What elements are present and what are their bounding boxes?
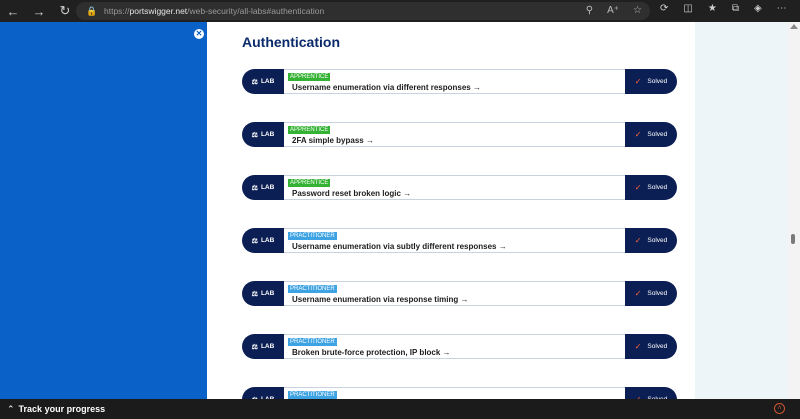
check-icon: ✓ <box>634 183 642 192</box>
lab-pill-label: LAB <box>260 237 275 244</box>
lab-pill[interactable]: ⚖LAB <box>242 228 284 253</box>
read-aloud-icon[interactable]: A⁺ <box>607 5 619 16</box>
lab-body[interactable]: PRACTITIONER Username enumeration via res… <box>284 281 625 306</box>
solved-status: ✓ Solved <box>625 281 677 306</box>
lab-row[interactable]: ⚖ LAB PRACTITIONER Broken brute-force prote… <box>242 334 677 359</box>
solved-label: Solved <box>647 78 668 85</box>
url-text: https://portswigger.net/web-security/all… <box>104 6 325 16</box>
solved-status: ✓ Solved <box>625 334 677 359</box>
flask-icon: ⚖ <box>251 237 258 245</box>
main-content: Authentication ⚖ LAB APPRENTICE Username en… <box>207 22 695 399</box>
level-badge: APPRENTICE <box>288 179 331 187</box>
level-badge: PRACTITIONER <box>288 285 337 293</box>
lab-body[interactable]: PRACTITIONER Username enumeration via sub… <box>284 228 625 253</box>
lock-icon: 🔒 <box>86 6 98 16</box>
section-title: Authentication <box>242 34 340 50</box>
level-badge: APPRENTICE <box>288 73 331 81</box>
lab-body[interactable]: APPRENTICE 2FA simple bypass → <box>284 122 625 147</box>
lab-row[interactable]: ⚖ LAB APPRENTICE Username enumeration via d… <box>242 69 677 94</box>
scroll-up-icon[interactable] <box>790 24 798 29</box>
lab-body[interactable]: APPRENTICE Password reset broken logic → <box>284 175 625 200</box>
solved-label: Solved <box>647 237 668 244</box>
refresh-icon[interactable]: ↻ <box>52 0 78 22</box>
track-progress-bar[interactable]: ⌃ Track your progress <box>0 399 800 419</box>
check-icon: ✓ <box>634 342 642 351</box>
more-menu-icon[interactable]: ⋯ <box>777 3 787 14</box>
check-icon: ✓ <box>634 289 642 298</box>
lab-body[interactable]: PRACTITIONER Broken brute-force protectio… <box>284 334 625 359</box>
lab-pill-label: LAB <box>260 78 275 85</box>
lab-pill-label: LAB <box>260 290 275 297</box>
close-icon[interactable]: ✕ <box>194 29 204 39</box>
scroll-thumb[interactable] <box>791 234 795 244</box>
lab-row[interactable]: ⚖LAB PRACTITIONER ✓Solved <box>242 387 677 399</box>
favorite-star-icon[interactable]: ☆ <box>633 5 642 16</box>
solved-label: Solved <box>647 343 668 350</box>
flask-icon: ⚖ <box>251 184 258 192</box>
solved-status: ✓ Solved <box>625 175 677 200</box>
lab-pill-label: LAB <box>260 131 275 138</box>
lab-pill[interactable]: ⚖LAB <box>242 175 284 200</box>
lab-title-link[interactable]: Username enumeration via subtly differen… <box>292 242 507 251</box>
scrollbar[interactable] <box>788 22 800 399</box>
zoom-icon[interactable]: ⚲ <box>586 5 593 16</box>
level-badge: PRACTITIONER <box>288 391 337 399</box>
solved-status: ✓Solved <box>625 387 677 399</box>
check-icon: ✓ <box>634 130 642 139</box>
collections-icon[interactable]: ⧉ <box>732 3 739 14</box>
lab-pill[interactable]: ⚖LAB <box>242 122 284 147</box>
forward-arrow-icon[interactable]: → <box>26 0 52 22</box>
solved-label: Solved <box>647 131 668 138</box>
lab-row[interactable]: ⚖ LAB PRACTITIONER Username enumeration via… <box>242 228 677 253</box>
solved-status: ✓ Solved <box>625 69 677 94</box>
lab-title-link[interactable]: Broken brute-force protection, IP block … <box>292 348 451 357</box>
lab-pill[interactable]: ⚖LAB <box>242 334 284 359</box>
flask-icon: ⚖ <box>251 343 258 351</box>
level-badge: APPRENTICE <box>288 126 331 134</box>
up-circle-icon[interactable]: ˄ <box>774 403 785 414</box>
split-screen-icon[interactable]: ◫ <box>683 3 692 14</box>
lab-title-link[interactable]: Password reset broken logic → <box>292 189 411 198</box>
flask-icon: ⚖ <box>251 290 258 298</box>
flask-icon: ⚖ <box>251 78 258 86</box>
copilot-icon[interactable]: ◈ <box>754 3 762 14</box>
lab-pill-label: LAB <box>260 343 275 350</box>
page-viewport: ✕ Authentication ⚖ LAB APPRENTICE Username … <box>0 22 800 399</box>
lab-title-link[interactable]: Username enumeration via response timing… <box>292 295 469 304</box>
lab-row[interactable]: ⚖ LAB APPRENTICE 2FA simple bypass → ✓ Solved <box>242 122 677 147</box>
lab-row[interactable]: ⚖ LAB PRACTITIONER Username enumeration via… <box>242 281 677 306</box>
solved-status: ✓ Solved <box>625 122 677 147</box>
lab-title-link[interactable]: Username enumeration via different respo… <box>292 83 481 92</box>
flask-icon: ⚖ <box>251 131 258 139</box>
sidebar-panel: ✕ <box>0 22 207 399</box>
chevron-up-icon: ⌃ <box>7 403 15 414</box>
lab-pill[interactable]: ⚖LAB <box>242 281 284 306</box>
address-bar[interactable]: 🔒 https://portswigger.net/web-security/a… <box>76 2 650 20</box>
lab-body[interactable]: APPRENTICE Username enumeration via diffe… <box>284 69 625 94</box>
level-badge: PRACTITIONER <box>288 232 337 240</box>
check-icon: ✓ <box>634 77 642 86</box>
back-arrow-icon[interactable]: ← <box>0 0 26 22</box>
solved-label: Solved <box>647 184 668 191</box>
lab-pill[interactable]: ⚖LAB <box>242 69 284 94</box>
right-margin <box>695 22 788 399</box>
level-badge: PRACTITIONER <box>288 338 337 346</box>
solved-label: Solved <box>647 290 668 297</box>
check-icon: ✓ <box>634 236 642 245</box>
lab-row[interactable]: ⚖ LAB APPRENTICE Password reset broken logi… <box>242 175 677 200</box>
extensions-icon[interactable]: ⟳ <box>660 3 668 14</box>
lab-body[interactable]: PRACTITIONER <box>284 387 625 399</box>
track-progress-label: Track your progress <box>18 404 106 414</box>
lab-title-link[interactable]: 2FA simple bypass → <box>292 136 374 145</box>
lab-pill[interactable]: ⚖LAB <box>242 387 284 399</box>
favorites-icon[interactable]: ★ <box>708 3 717 14</box>
lab-pill-label: LAB <box>260 184 275 191</box>
solved-status: ✓ Solved <box>625 228 677 253</box>
